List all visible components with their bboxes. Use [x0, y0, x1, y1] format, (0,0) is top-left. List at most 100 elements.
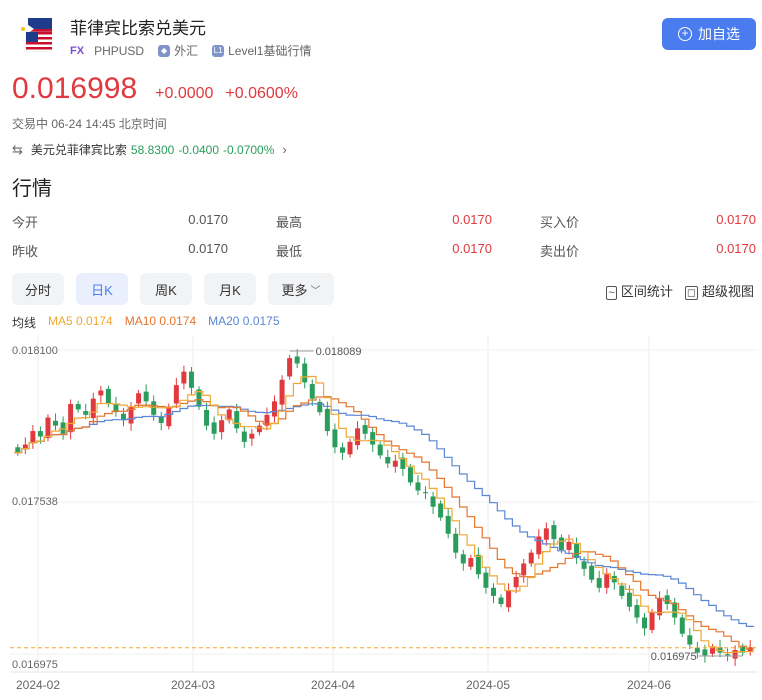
reverse-pair-value: 58.8300: [130, 142, 175, 157]
y-tick-label: 0.018100: [12, 345, 58, 357]
low-label: 最低: [276, 244, 303, 259]
candle-body: [45, 417, 51, 439]
candle-body: [151, 401, 157, 415]
candle-body: [60, 422, 66, 434]
candle-body: [287, 358, 293, 377]
x-tick-label: 2024-02: [16, 678, 60, 692]
tab-week-k[interactable]: 周K: [140, 273, 192, 305]
candle-body: [272, 401, 278, 417]
candle-body: [347, 441, 353, 455]
candle-body: [211, 422, 217, 434]
chart-period-tabs: 分时 日K 周K 月K 更多 ﹀: [12, 273, 334, 305]
candle-body: [166, 406, 172, 427]
reverse-pair-change: -0.0400: [178, 142, 220, 157]
candle-body: [37, 431, 43, 437]
candle-body: [725, 654, 731, 656]
candle-body: [687, 635, 693, 645]
ma10-line: [14, 396, 754, 650]
candle-body: [204, 409, 210, 426]
candle-body: [370, 432, 376, 445]
tab-fenshi[interactable]: 分时: [12, 273, 64, 305]
candle-body: [642, 617, 648, 629]
level-label: Level1基础行情: [228, 44, 312, 58]
candle-body: [219, 420, 225, 433]
super-view-icon: ◻: [684, 286, 698, 300]
candle-body: [702, 649, 708, 656]
candle-body: [256, 425, 262, 433]
min-marker-label: 0.016975: [651, 651, 697, 663]
candle-body: [566, 541, 572, 550]
y-tick-label: 0.017538: [12, 496, 58, 508]
candle-body: [181, 371, 187, 384]
candle-body: [68, 404, 74, 433]
tab-month-k[interactable]: 月K: [204, 273, 256, 305]
candlestick-chart[interactable]: 2024-02 2024-03 2024-04 2024-05 2024-06 0.018…: [10, 336, 758, 696]
symbol-code: PHPUSD: [94, 43, 145, 58]
trading-status: 交易中 06-24 14:45 北京时间: [12, 117, 167, 131]
x-tick-label: 2024-04: [311, 678, 355, 692]
candle-body: [453, 533, 459, 553]
last-price: 0.016998: [12, 72, 138, 105]
quote-row: 今开 0.0170 最高 0.0170 买入价 0.0170: [12, 212, 757, 241]
candle-body: [521, 563, 527, 576]
super-view-button[interactable]: ◻ 超级视图: [684, 281, 754, 300]
reverse-pair-link[interactable]: ⇆ 美元兑菲律宾比索 58.8300 -0.0400 -0.0700% ›: [12, 141, 287, 158]
candle-body: [98, 390, 104, 396]
candle-body: [302, 363, 308, 383]
candle-body: [634, 605, 640, 618]
add-watchlist-button[interactable]: + 加自选: [662, 18, 756, 50]
tab-more[interactable]: 更多 ﹀: [268, 273, 334, 305]
candle-body: [679, 617, 685, 634]
flag-icon: [18, 18, 52, 52]
candle-body: [362, 425, 368, 434]
price-change: +0.0000: [155, 85, 214, 102]
high-value: 0.0170: [452, 212, 492, 227]
ma-label: 均线: [12, 316, 37, 330]
candle-body: [543, 528, 549, 540]
range-stats-button[interactable]: ~ 区间统计: [606, 281, 673, 300]
candle-body: [574, 543, 580, 559]
candle-body: [536, 536, 542, 555]
candle-body: [581, 561, 587, 569]
candle-body: [249, 433, 255, 439]
candle-body: [490, 587, 496, 596]
candle-body: [279, 379, 285, 405]
ask-label: 卖出价: [540, 244, 580, 259]
page-title: 菲律宾比索兑美元: [70, 19, 206, 38]
candle-body: [604, 574, 610, 588]
price-row: 0.016998 +0.0000 +0.0600%: [12, 72, 298, 106]
high-label: 最高: [276, 215, 303, 230]
candle-body: [15, 447, 21, 453]
candle-body: [430, 496, 436, 507]
candle-body: [558, 537, 564, 550]
candle-body: [385, 457, 391, 464]
max-marker-label: 0.018089: [316, 346, 362, 358]
ma20-value: MA20 0.0175: [208, 314, 280, 328]
chevron-right-icon: ›: [282, 142, 287, 157]
tab-day-k[interactable]: 日K: [76, 273, 128, 305]
candle-body: [294, 356, 300, 364]
bid-value: 0.0170: [716, 212, 756, 227]
candle-body: [672, 602, 678, 618]
candle-body: [53, 420, 59, 426]
swap-icon: ⇆: [12, 141, 23, 157]
candle-body: [445, 515, 451, 534]
symbol-meta: FX PHPUSD ◆ 外汇 L1 Level1基础行情: [70, 42, 311, 59]
candle-body: [475, 554, 481, 575]
candle-body: [309, 384, 315, 399]
x-tick-label: 2024-03: [171, 678, 215, 692]
candle-body: [664, 595, 670, 605]
candle-body: [173, 385, 179, 404]
candle-body: [332, 429, 338, 448]
quote-row: 昨收 0.0170 最低 0.0170 卖出价 0.0170: [12, 241, 757, 270]
candle-body: [626, 592, 632, 607]
header: 菲律宾比索兑美元 FX PHPUSD ◆ 外汇 L1 Level1基础行情 + …: [0, 0, 762, 68]
candle-body: [136, 393, 142, 404]
chevron-down-icon: ﹀: [310, 285, 321, 297]
ma-legend: 均线 MA5 0.0174 MA10 0.0174 MA20 0.0175: [12, 314, 280, 331]
candle-body: [498, 597, 504, 605]
candle-body: [551, 525, 557, 540]
candle-body: [483, 572, 489, 588]
candle-body: [438, 503, 444, 518]
candle-body: [732, 649, 738, 659]
